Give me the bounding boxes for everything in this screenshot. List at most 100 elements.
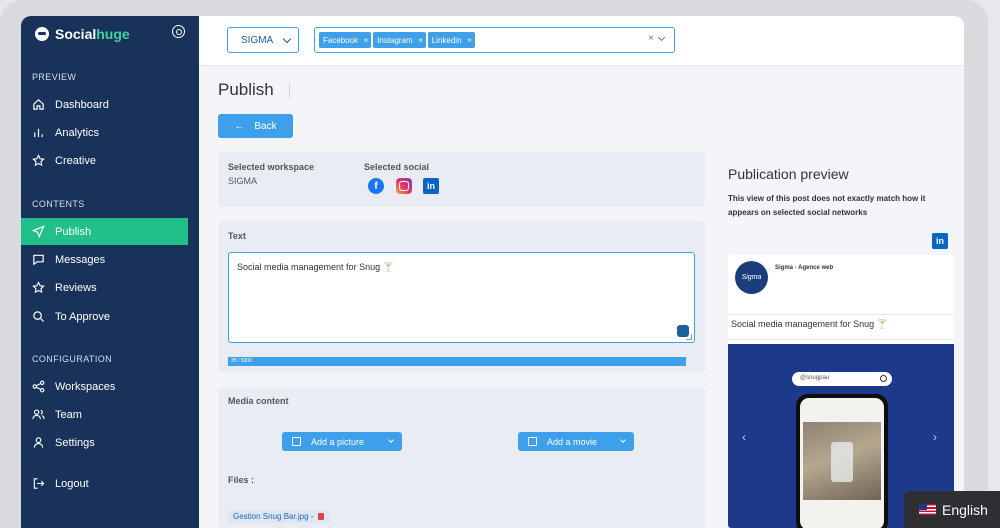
sidebar-item-messages[interactable]: Messages [21, 246, 188, 273]
sidebar-item-workspaces[interactable]: Workspaces [21, 373, 188, 400]
chevron-down-icon [388, 437, 394, 443]
selected-workspace-label: Selected workspace [228, 162, 315, 172]
network-chip-linkedin: Linkedin × [427, 32, 475, 48]
add-movie-button[interactable]: Add a movie [518, 432, 634, 451]
workspace-card: Selected workspace SIGMA Selected social… [218, 152, 705, 207]
back-button-label: Back [254, 120, 277, 132]
brand-logo[interactable]: Socialhuge [35, 24, 130, 44]
drink-photo [803, 422, 881, 500]
search-icon [880, 375, 887, 382]
file-image-icon [292, 437, 301, 446]
char-count-text: 35 / 5000 [231, 358, 252, 364]
media-card: Media content Files : [218, 387, 705, 528]
sidebar-item-analytics[interactable]: Analytics [21, 119, 188, 146]
share-icon [32, 380, 45, 393]
title-divider [289, 83, 290, 99]
send-icon [32, 225, 45, 238]
brand-name-part1: Social [55, 26, 97, 42]
linkedin-icon: in [423, 178, 439, 194]
users-icon [32, 408, 45, 421]
sidebar-item-label: Reviews [55, 281, 97, 294]
section-title-preview: PREVIEW [32, 72, 77, 82]
logout-button[interactable]: Logout [21, 470, 188, 497]
preview-note: This view of this post does not exactly … [728, 194, 926, 217]
app-screen: Socialhuge PREVIEW Dashboard Analytics C… [21, 16, 964, 528]
page-title: Publish [218, 80, 274, 99]
chat-bubble-icon [35, 27, 49, 41]
char-count-progress: 35 / 5000 [228, 357, 686, 366]
remove-chip-icon[interactable]: × [465, 36, 475, 45]
back-button[interactable]: ← Back [218, 114, 293, 138]
sidebar-item-label: Workspaces [55, 380, 116, 393]
chevron-down-icon [282, 34, 292, 44]
sidebar-item-settings[interactable]: Settings [21, 429, 188, 456]
brand-name-part2: huge [96, 26, 130, 42]
post-author: Sigma - Agence web [775, 265, 834, 271]
post-text-value: Social media management for Snug 🍸 [237, 262, 394, 272]
carousel-prev-icon[interactable]: ‹ [742, 430, 746, 444]
sidebar-item-label: Publish [55, 225, 92, 238]
sidebar-item-label: Team [55, 408, 82, 421]
sidebar: Socialhuge PREVIEW Dashboard Analytics C… [21, 16, 199, 528]
post-divider [728, 339, 954, 340]
phone-image [796, 394, 888, 528]
clear-selection-icon[interactable]: × [648, 33, 654, 44]
language-selector[interactable]: English [904, 491, 1000, 528]
facebook-icon: f [368, 178, 384, 194]
media-search-bar: @snugpau [792, 372, 892, 386]
sidebar-item-label: Settings [55, 436, 95, 449]
logout-label: Logout [55, 477, 89, 490]
chevron-down-icon [620, 437, 626, 443]
bar-chart-icon [32, 126, 45, 139]
sidebar-item-label: Dashboard [55, 98, 109, 111]
section-title-contents: CONTENTS [32, 199, 85, 209]
workspace-select[interactable]: SIGMA [227, 27, 299, 53]
carousel-next-icon[interactable]: › [933, 430, 937, 444]
star-icon [32, 281, 45, 294]
char-count-progress-fill [228, 357, 686, 366]
file-item[interactable]: Gestion Snug Bar.jpg - [228, 510, 329, 523]
files-label: Files : [228, 475, 255, 485]
trash-icon[interactable] [317, 513, 324, 520]
us-flag-icon [919, 504, 936, 515]
collapse-sidebar-icon[interactable] [172, 25, 185, 38]
user-icon [32, 436, 45, 449]
selected-workspace-value: SIGMA [228, 176, 258, 186]
remove-chip-icon[interactable]: × [416, 36, 426, 45]
sidebar-item-label: To Approve [55, 310, 111, 323]
arrow-left-icon: ← [234, 120, 245, 132]
network-chip-facebook: Facebook × [319, 32, 372, 48]
post-divider [728, 314, 954, 315]
media-content-label: Media content [228, 396, 289, 406]
message-icon [32, 253, 45, 266]
add-picture-label: Add a picture [311, 436, 365, 447]
sidebar-item-publish[interactable]: Publish [21, 218, 188, 245]
sidebar-item-team[interactable]: Team [21, 401, 188, 428]
sidebar-item-to-approve[interactable]: To Approve [21, 303, 188, 330]
language-label: English [942, 501, 988, 518]
device-frame: Socialhuge PREVIEW Dashboard Analytics C… [0, 0, 988, 528]
sidebar-item-label: Messages [55, 253, 106, 266]
section-title-configuration: CONFIGURATION [32, 354, 113, 364]
post-preview-card: Sigma Sigma - Agence web Social media ma… [728, 255, 954, 528]
selected-social-label: Selected social [364, 162, 430, 172]
home-icon [32, 98, 45, 111]
resize-handle[interactable] [686, 334, 692, 340]
network-chip-instagram: Instagram × [373, 32, 426, 48]
sidebar-item-dashboard[interactable]: Dashboard [21, 91, 188, 118]
add-picture-button[interactable]: Add a picture [282, 432, 402, 451]
sidebar-item-creative[interactable]: Creative [21, 147, 188, 174]
social-network-select[interactable]: Facebook × Instagram × Linkedin × × [314, 27, 675, 53]
search-icon [32, 310, 45, 323]
post-text-input[interactable]: Social media management for Snug 🍸 [228, 252, 695, 343]
post-preview-text: Social media management for Snug 🍸 [731, 319, 888, 329]
sidebar-item-reviews[interactable]: Reviews [21, 274, 188, 301]
text-label: Text [228, 231, 246, 241]
linkedin-icon[interactable]: in [932, 233, 948, 249]
star-icon [32, 154, 45, 167]
remove-chip-icon[interactable]: × [361, 36, 371, 45]
top-bar: SIGMA Facebook × Instagram × Linkedin × × [199, 16, 964, 66]
sidebar-item-label: Creative [55, 154, 96, 167]
chevron-down-icon[interactable] [657, 33, 666, 42]
workspace-select-value: SIGMA [241, 34, 274, 46]
